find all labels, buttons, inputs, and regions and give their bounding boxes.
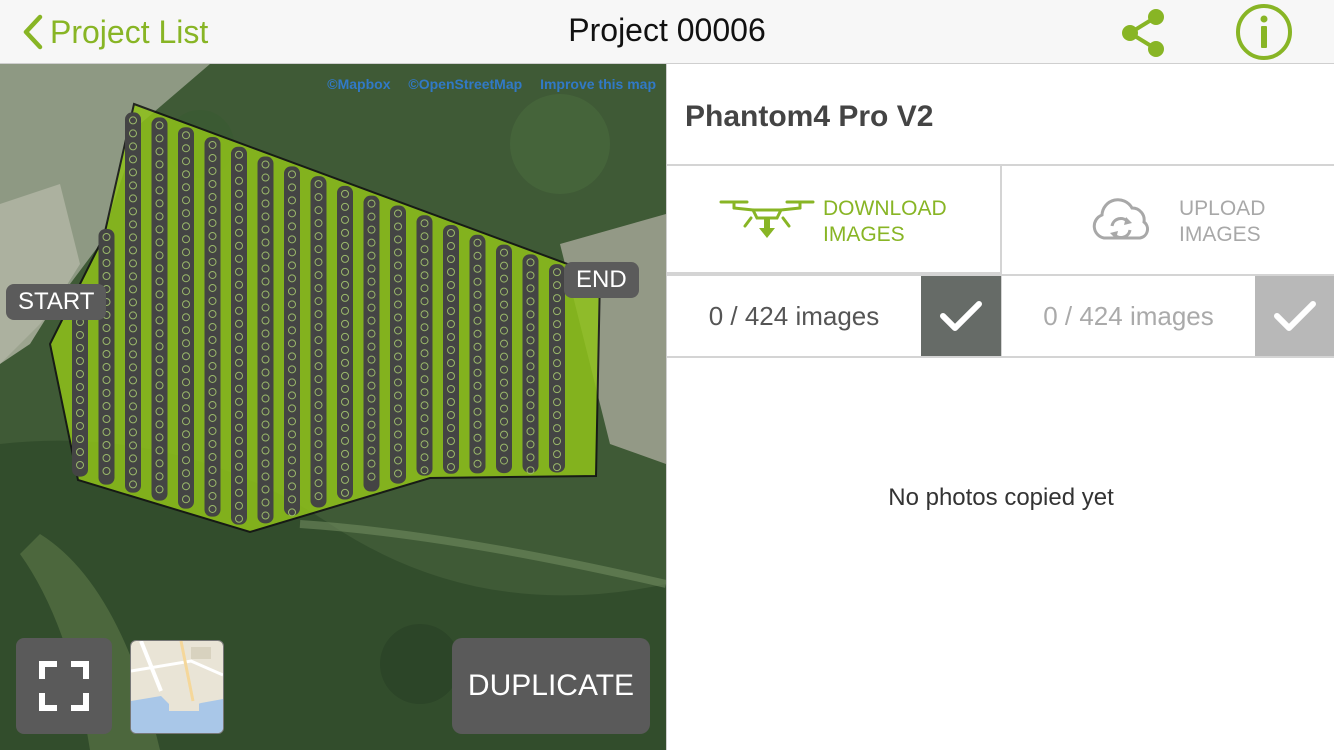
street-map-thumbnail (131, 641, 223, 733)
flight-lane (310, 176, 327, 508)
map-view[interactable]: ©Mapbox ©OpenStreetMap Improve this map … (0, 64, 666, 750)
download-count: 0 / 424 images (708, 300, 880, 331)
chevron-left-icon (23, 14, 43, 50)
flight-lane (337, 185, 353, 500)
fullscreen-button[interactable] (16, 638, 112, 734)
flight-lane (390, 205, 406, 484)
flight-lane (151, 117, 168, 501)
drone-download-icon (719, 200, 815, 238)
duplicate-button[interactable]: DUPLICATE (452, 638, 650, 734)
empty-state-message: No photos copied yet (888, 484, 1114, 511)
upload-images-button[interactable]: UPLOAD IMAGES (1002, 166, 1334, 274)
divider (667, 356, 1334, 358)
back-label: Project List (50, 13, 209, 50)
cloud-sync-icon (1092, 198, 1149, 240)
flight-lane (284, 166, 300, 516)
flight-lane (98, 229, 115, 485)
attribution-mapbox[interactable]: ©Mapbox (327, 76, 390, 92)
fullscreen-icon (39, 661, 89, 711)
flight-lane (522, 254, 539, 473)
flight-lane (549, 264, 565, 473)
upload-count: 0 / 424 images (1043, 300, 1214, 331)
flight-lane (496, 244, 512, 474)
info-icon[interactable] (1234, 2, 1294, 62)
drone-model-title: Phantom4 Pro V2 (685, 100, 934, 133)
attribution-osm[interactable]: ©OpenStreetMap (408, 76, 522, 92)
checkmark-icon (1274, 301, 1316, 331)
upload-confirm-button[interactable] (1255, 276, 1334, 356)
flight-lane (416, 215, 433, 476)
start-marker: START (6, 284, 107, 320)
flight-lane (178, 127, 194, 509)
navigation-bar: Project List Project 00006 (0, 0, 1334, 64)
share-icon[interactable] (1116, 6, 1170, 60)
download-label: DOWNLOAD IMAGES (823, 197, 947, 246)
attribution-improve[interactable]: Improve this map (540, 76, 656, 92)
download-confirm-button[interactable] (921, 276, 1001, 356)
flight-lane (469, 234, 486, 474)
project-detail-panel: Phantom4 Pro V2 DOWNLOAD IMAGES UPLOAD I… (666, 64, 1334, 750)
map-style-toggle[interactable] (130, 640, 224, 734)
back-button[interactable]: Project List (22, 10, 208, 54)
checkmark-icon (940, 301, 982, 331)
flight-lane (257, 156, 274, 524)
end-marker: END (564, 262, 639, 298)
download-images-button[interactable]: DOWNLOAD IMAGES (667, 166, 1001, 274)
upload-label: UPLOAD IMAGES (1179, 197, 1266, 246)
map-attribution: ©Mapbox ©OpenStreetMap Improve this map (313, 76, 656, 92)
